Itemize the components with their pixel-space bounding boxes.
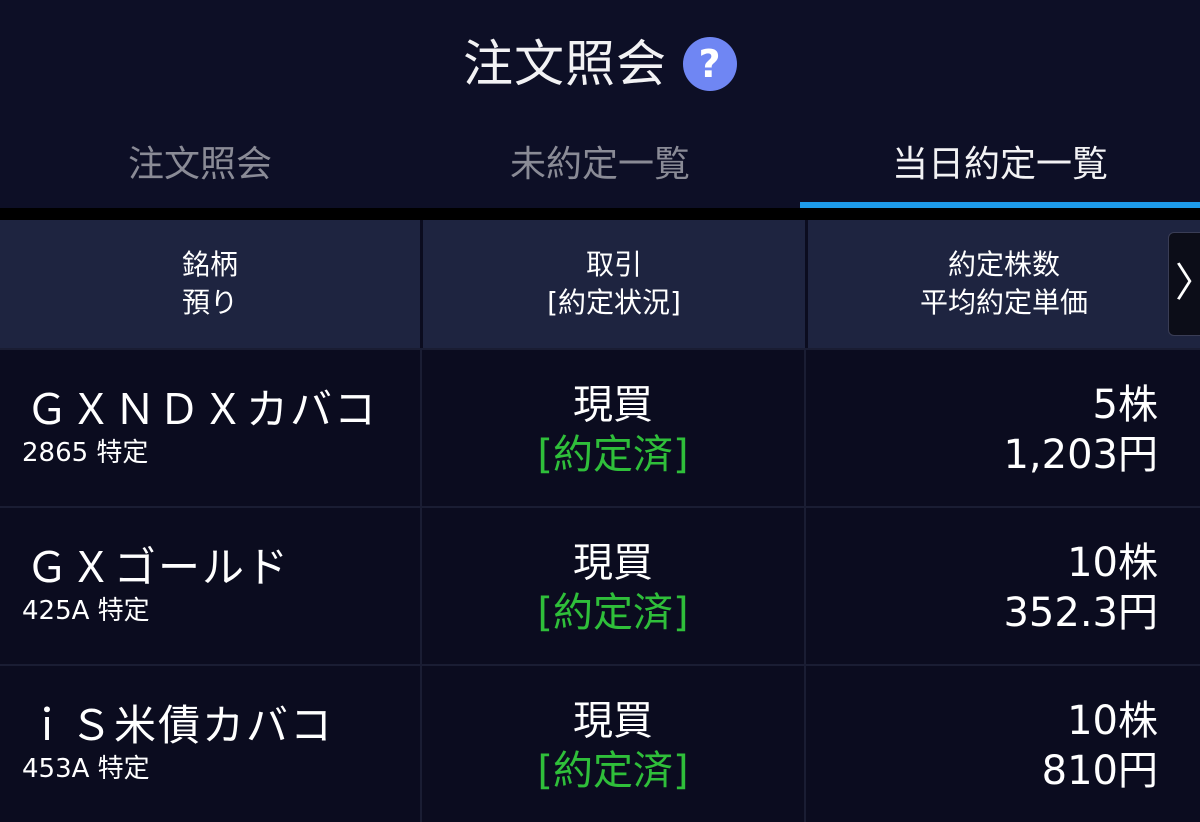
average-price: 1,203円 — [1003, 432, 1158, 478]
quantity-price-cell: 5株 1,203円 — [806, 350, 1200, 506]
trade-cell: 現買 [約定済] — [420, 666, 806, 822]
column-header-security-line1: 銘柄 — [181, 248, 238, 281]
executed-quantity: 5株 — [1092, 382, 1158, 428]
execution-status: [約定済] — [537, 748, 689, 794]
security-code-account: 425A 特定 — [22, 596, 150, 626]
trade-type: 現買 — [573, 698, 653, 744]
scroll-right-button[interactable]: 〉 — [1168, 232, 1200, 336]
column-header-quantity-line2: 平均約定単価 — [919, 286, 1088, 319]
executed-quantity: 10株 — [1067, 540, 1158, 586]
security-cell: ｉＳ米債カバコ 453A 特定 — [0, 666, 420, 822]
column-header-trade-line2: [約定状況] — [547, 286, 681, 319]
quantity-price-cell: 10株 810円 — [806, 666, 1200, 822]
table-row[interactable]: ＧＸゴールド 425A 特定 現買 [約定済] 10株 352.3円 — [0, 506, 1200, 664]
column-header-trade-line1: 取引 — [585, 248, 642, 281]
security-cell: ＧＸゴールド 425A 特定 — [0, 508, 420, 664]
trade-cell: 現買 [約定済] — [420, 508, 806, 664]
tab-bar: 注文照会 未約定一覧 当日約定一覧 — [0, 122, 1200, 208]
execution-status: [約定済] — [537, 432, 689, 478]
page-title: 注文照会? — [0, 24, 1200, 100]
quantity-price-cell: 10株 352.3円 — [806, 508, 1200, 664]
column-header-security-line2: 預り — [181, 286, 238, 319]
tab-today-executed-list[interactable]: 当日約定一覧 — [800, 122, 1200, 208]
trade-type: 現買 — [573, 540, 653, 586]
table-row[interactable]: ＧＸＮＤＸカバコ 2865 特定 現買 [約定済] 5株 1,203円 — [0, 348, 1200, 506]
execution-status: [約定済] — [537, 590, 689, 636]
table-row[interactable]: ｉＳ米債カバコ 453A 特定 現買 [約定済] 10株 810円 — [0, 664, 1200, 822]
average-price: 352.3円 — [1003, 590, 1158, 636]
question-icon[interactable]: ? — [683, 36, 737, 91]
security-name: ｉＳ米債カバコ — [26, 701, 335, 750]
trade-cell: 現買 [約定済] — [420, 350, 806, 506]
page-title-text: 注文照会 — [463, 34, 667, 93]
section-divider — [0, 208, 1200, 220]
app-header: 注文照会? — [0, 0, 1200, 122]
security-name: ＧＸゴールド — [26, 543, 291, 592]
column-header-trade: 取引 [約定状況] — [423, 220, 805, 348]
tab-order-inquiry[interactable]: 注文照会 — [0, 122, 400, 208]
column-header-security: 銘柄 預り — [0, 220, 420, 348]
security-code-account: 453A 特定 — [22, 754, 150, 784]
tab-unexecuted-list[interactable]: 未約定一覧 — [400, 122, 800, 208]
column-header-quantity-price: 約定株数 平均約定単価 — [808, 220, 1200, 348]
trade-type: 現買 — [573, 382, 653, 428]
security-name: ＧＸＮＤＸカバコ — [26, 385, 379, 434]
average-price: 810円 — [1041, 748, 1158, 794]
security-cell: ＧＸＮＤＸカバコ 2865 特定 — [0, 350, 420, 506]
executed-quantity: 10株 — [1067, 698, 1158, 744]
column-header-quantity-line1: 約定株数 — [947, 248, 1060, 281]
security-code-account: 2865 特定 — [22, 438, 149, 468]
